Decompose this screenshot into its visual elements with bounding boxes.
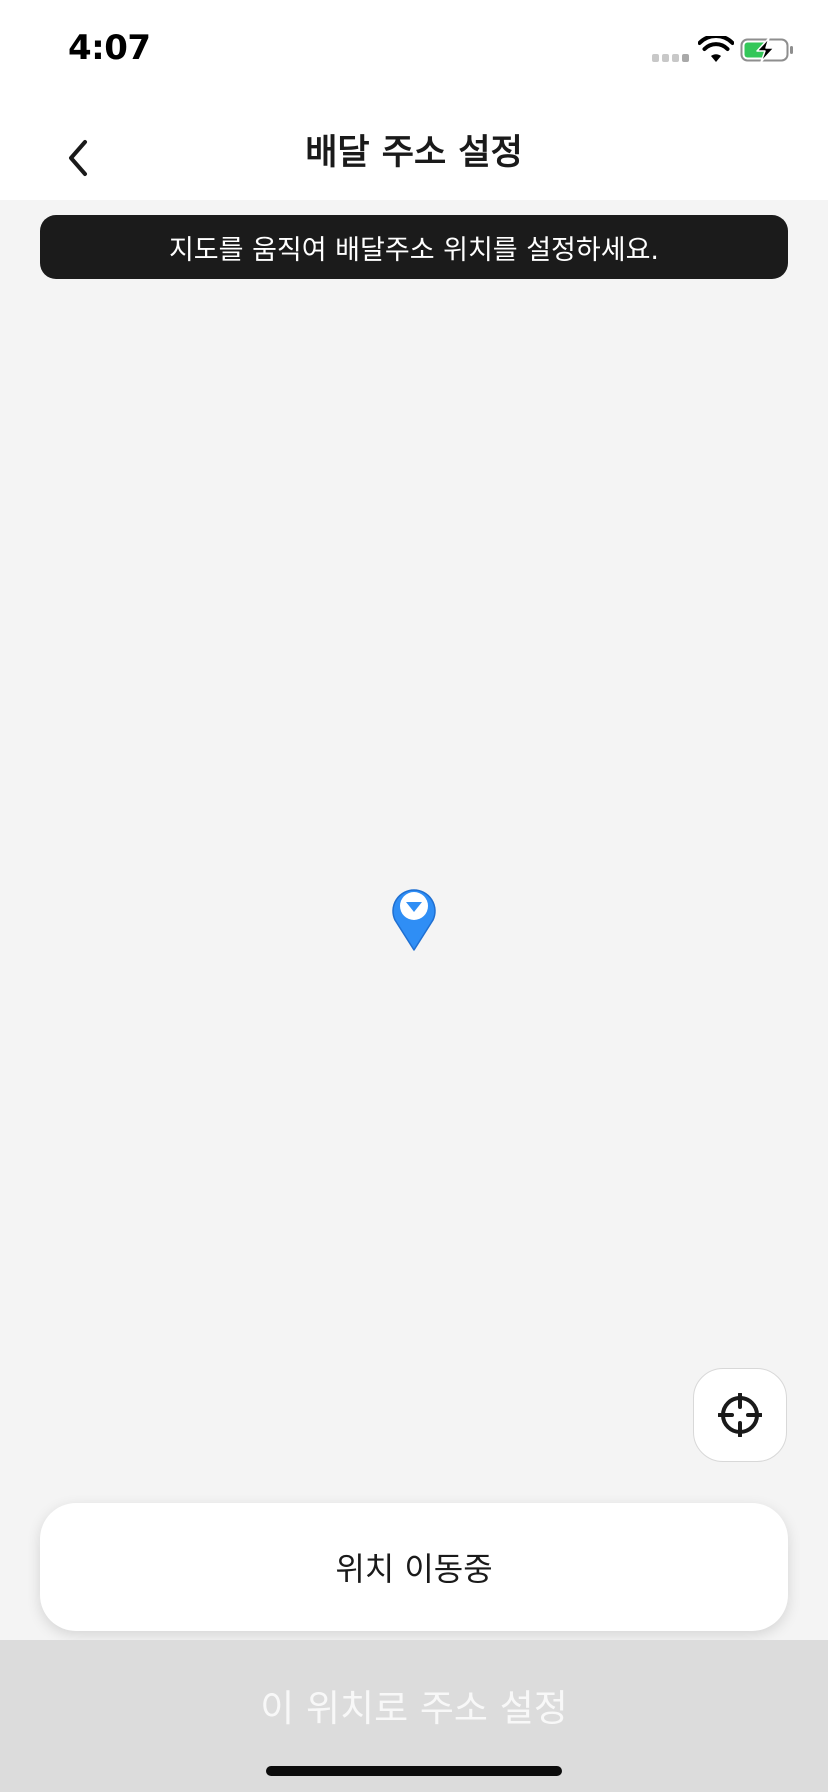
wifi-icon (698, 36, 734, 62)
header-bar: 배달 주소 설정 (0, 96, 828, 200)
map-hint-banner: 지도를 움직여 배달주소 위치를 설정하세요. (40, 215, 788, 279)
home-indicator (266, 1766, 562, 1776)
set-address-label: 이 위치로 주소 설정 (260, 1687, 568, 1730)
page-title: 배달 주소 설정 (305, 133, 523, 173)
battery-charging-icon (740, 37, 793, 63)
map-pin-icon (392, 889, 436, 951)
location-status-card: 위치 이동중 (40, 1503, 788, 1631)
cellular-signal-icon (652, 52, 692, 64)
location-status-text: 위치 이동중 (335, 1550, 493, 1588)
status-bar: 4:07 (0, 0, 828, 96)
crosshair-icon (718, 1393, 762, 1437)
current-location-button[interactable] (693, 1368, 787, 1462)
status-time: 4:07 (68, 28, 151, 68)
